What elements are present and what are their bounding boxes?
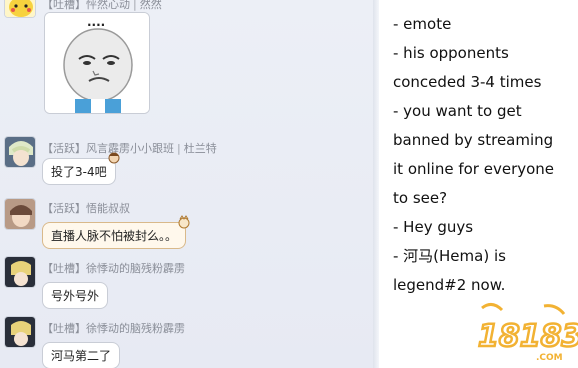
message-text: 直播人脉不怕被封么。。 (51, 229, 178, 243)
translation-line: - you want to get (393, 102, 522, 120)
sender-name: 风言霹雳小小跟班 (86, 142, 174, 155)
avatar[interactable] (4, 316, 36, 348)
pikachu-avatar-icon (5, 0, 35, 17)
message-text: 投了3-4吧 (51, 165, 107, 179)
translation-line: - 河马(Hema) is (393, 247, 506, 265)
translation-line: banned by streaming (393, 131, 554, 149)
sender-name: 悟能叔叔 (86, 202, 130, 215)
svg-text:.COM: .COM (536, 353, 563, 363)
translation-line: - his opponents (393, 44, 509, 62)
translation-line: conceded 3-4 times (393, 73, 542, 91)
avatar[interactable] (4, 0, 36, 18)
sender-tag: 【吐槽】 (42, 322, 86, 335)
sender-tag: 【吐槽】 (42, 262, 86, 275)
message-text: 号外号外 (51, 289, 100, 303)
decorative-character-icon (108, 152, 120, 164)
sender-name: 徐悸动的脑残粉霹雳 (86, 322, 185, 335)
avatar[interactable] (4, 256, 36, 288)
anime-avatar-icon (5, 317, 35, 347)
watermark-logo-icon: 18183 .COM (477, 303, 578, 363)
translation-line: - Hey guys (393, 218, 474, 236)
translation-line: it online for everyone (393, 160, 555, 178)
translation-line: - emote (393, 15, 452, 33)
scrollbar-edge[interactable] (373, 0, 379, 368)
translation-panel: - emote - his opponents conceded 3-4 tim… (393, 10, 573, 300)
anime-avatar-icon (5, 257, 35, 287)
avatar[interactable] (4, 136, 36, 168)
sender-name: 怦然心动 (86, 0, 130, 11)
avatar[interactable] (4, 198, 36, 230)
sender-tag: 【活跃】 (42, 202, 86, 215)
svg-text:18183: 18183 (478, 319, 578, 354)
sender-line: 【活跃】悟能叔叔 (42, 200, 130, 216)
message-bubble[interactable]: 直播人脉不怕被封么。。 (42, 215, 190, 249)
sender-tag: 【活跃】 (42, 142, 86, 155)
sender-line: 【吐槽】徐悸动的脑残粉霹雳 (42, 260, 185, 276)
decorative-character-icon (178, 215, 190, 229)
sender-separator: | (177, 142, 181, 155)
anime-avatar-icon (5, 137, 35, 167)
translation-line: legend#2 now. (393, 276, 506, 294)
message-bubble[interactable]: 河马第二了 (42, 342, 121, 368)
message-bubble[interactable]: 投了3-4吧 (42, 152, 120, 185)
meme-bubble[interactable]: .... (44, 12, 150, 114)
sender-extra: 然然 (139, 0, 162, 11)
sender-tag: 【吐槽】 (42, 0, 86, 11)
sender-line: 【吐槽】徐悸动的脑残粉霹雳 (42, 320, 185, 336)
anime-avatar-icon (5, 199, 35, 229)
message-text: 河马第二了 (51, 349, 112, 363)
site-watermark-logo: 18183 .COM (474, 300, 578, 366)
meme-dots: .... (87, 15, 106, 29)
translation-line: to see? (393, 189, 448, 207)
sender-extra: 杜兰特 (183, 142, 217, 155)
sender-line: 【吐槽】怦然心动 | 然然 (42, 0, 162, 12)
sender-line: 【活跃】风言霹雳小小跟班 | 杜兰特 (42, 140, 217, 156)
chat-panel: 【吐槽】怦然心动 | 然然 .... 【活跃】风言霹雳小小跟班 | 杜兰特 投了… (0, 0, 375, 368)
message-bubble[interactable]: 号外号外 (42, 282, 109, 309)
sender-name: 徐悸动的脑残粉霹雳 (86, 262, 185, 275)
sender-separator: | (133, 0, 137, 11)
